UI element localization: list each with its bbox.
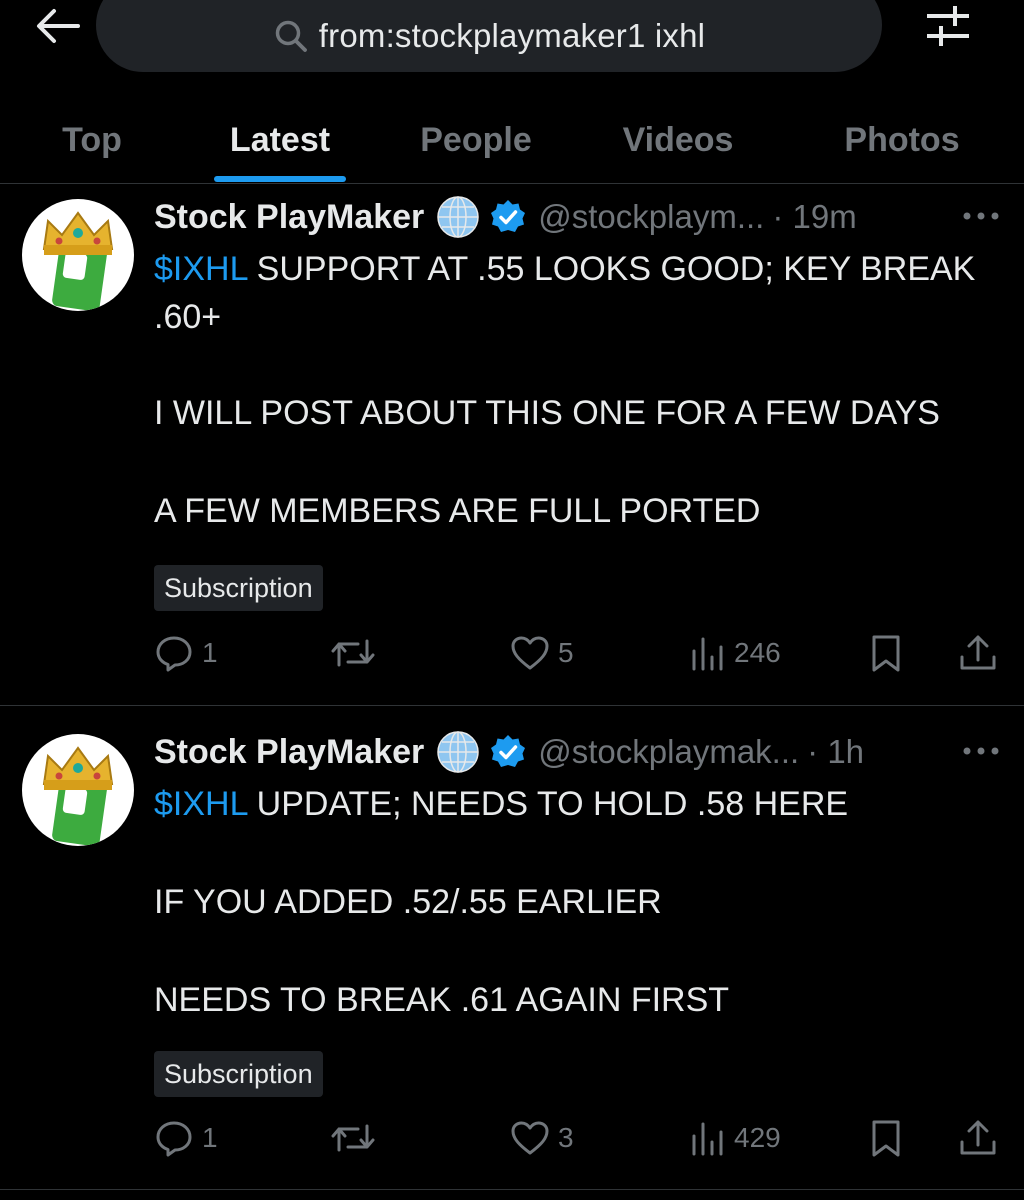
author-name[interactable]: Stock PlayMaker bbox=[154, 198, 424, 237]
verified-badge-icon bbox=[491, 735, 526, 767]
view-count: 246 bbox=[734, 637, 781, 668]
search-filter-button[interactable] bbox=[922, 2, 974, 50]
tweet[interactable]: Stock PlayMaker @stockplaym... · 19m $IX… bbox=[0, 185, 1024, 706]
view-count: 429 bbox=[734, 1122, 781, 1153]
verified-badge-icon bbox=[491, 200, 526, 232]
reply-icon bbox=[156, 1121, 192, 1157]
active-tab-indicator bbox=[214, 176, 346, 182]
sliders-icon bbox=[927, 6, 969, 46]
reply-button[interactable]: 1 bbox=[154, 631, 218, 675]
tweet-header: Stock PlayMaker @stockplaymak... · 1h bbox=[154, 730, 864, 774]
tweet[interactable]: Stock PlayMaker @stockplaymak... · 1h $I… bbox=[0, 706, 1024, 1190]
more-horizontal-icon bbox=[963, 212, 999, 220]
tweet-text: $IXHL UPDATE; NEEDS TO HOLD .58 HERE IF … bbox=[154, 785, 849, 1019]
repost-icon bbox=[331, 639, 375, 667]
views-chart-icon bbox=[692, 1122, 723, 1156]
share-icon bbox=[960, 1120, 996, 1155]
subscription-badge: Subscription bbox=[154, 1051, 323, 1097]
avatar[interactable] bbox=[22, 199, 134, 311]
repost-button[interactable] bbox=[330, 1116, 376, 1160]
views-button[interactable]: 246 bbox=[690, 631, 781, 675]
bookmark-icon bbox=[872, 635, 900, 672]
cashtag-link[interactable]: $IXHL bbox=[154, 250, 247, 288]
reply-count: 1 bbox=[202, 637, 218, 668]
heart-icon bbox=[511, 1121, 549, 1155]
more-options-button[interactable] bbox=[956, 201, 1006, 231]
search-icon bbox=[275, 20, 307, 52]
tweet-actions: 1 3 429 bbox=[0, 1116, 1024, 1160]
more-options-button[interactable] bbox=[956, 736, 1006, 766]
subscription-badge: Subscription bbox=[154, 565, 323, 611]
views-chart-icon bbox=[692, 637, 723, 671]
reply-count: 1 bbox=[202, 1122, 218, 1153]
tweet-actions: 1 5 246 bbox=[0, 631, 1024, 675]
search-tabs: Top Latest People Videos Photos bbox=[0, 96, 1024, 184]
like-button[interactable]: 3 bbox=[510, 1116, 574, 1160]
crown-logo-icon bbox=[42, 746, 114, 846]
share-button[interactable] bbox=[958, 1116, 998, 1160]
tab-latest[interactable]: Latest bbox=[200, 96, 360, 184]
globe-icon bbox=[437, 731, 480, 773]
cashtag-link[interactable]: $IXHL bbox=[154, 785, 247, 823]
like-count: 5 bbox=[558, 637, 574, 668]
share-icon bbox=[960, 635, 996, 670]
author-name[interactable]: Stock PlayMaker bbox=[154, 733, 424, 772]
tweet-text: $IXHL SUPPORT AT .55 LOOKS GOOD; KEY BRE… bbox=[154, 250, 976, 530]
bookmark-button[interactable] bbox=[868, 1116, 904, 1160]
search-input[interactable]: from:stockplaymaker1 ixhl bbox=[96, 0, 882, 72]
arrow-left-icon bbox=[37, 9, 80, 43]
like-button[interactable]: 5 bbox=[510, 631, 574, 675]
author-handle[interactable]: @stockplaymak... bbox=[538, 733, 799, 771]
search-query: from:stockplaymaker1 ixhl bbox=[318, 17, 706, 54]
tweet-time[interactable]: · 19m bbox=[772, 198, 856, 236]
top-bar: from:stockplaymaker1 ixhl Top Latest Peo… bbox=[0, 0, 1024, 184]
bookmark-icon bbox=[872, 1120, 900, 1157]
tab-photos[interactable]: Photos bbox=[820, 96, 984, 184]
tab-videos[interactable]: Videos bbox=[598, 96, 758, 184]
tweet-header: Stock PlayMaker @stockplaym... · 19m bbox=[154, 195, 857, 239]
bookmark-button[interactable] bbox=[868, 631, 904, 675]
heart-icon bbox=[511, 636, 549, 670]
author-handle[interactable]: @stockplaym... bbox=[538, 198, 764, 236]
reply-button[interactable]: 1 bbox=[154, 1116, 218, 1160]
repost-button[interactable] bbox=[330, 631, 376, 675]
share-button[interactable] bbox=[958, 631, 998, 675]
like-count: 3 bbox=[558, 1122, 574, 1153]
repost-icon bbox=[331, 1124, 375, 1152]
avatar[interactable] bbox=[22, 734, 134, 846]
crown-logo-icon bbox=[42, 211, 114, 311]
tab-top[interactable]: Top bbox=[30, 96, 154, 184]
tweet-time[interactable]: · 1h bbox=[807, 733, 864, 771]
tab-people[interactable]: People bbox=[396, 96, 556, 184]
back-button[interactable] bbox=[28, 4, 88, 48]
reply-icon bbox=[156, 636, 192, 672]
more-horizontal-icon bbox=[963, 747, 999, 755]
globe-icon bbox=[437, 196, 480, 238]
views-button[interactable]: 429 bbox=[690, 1116, 781, 1160]
